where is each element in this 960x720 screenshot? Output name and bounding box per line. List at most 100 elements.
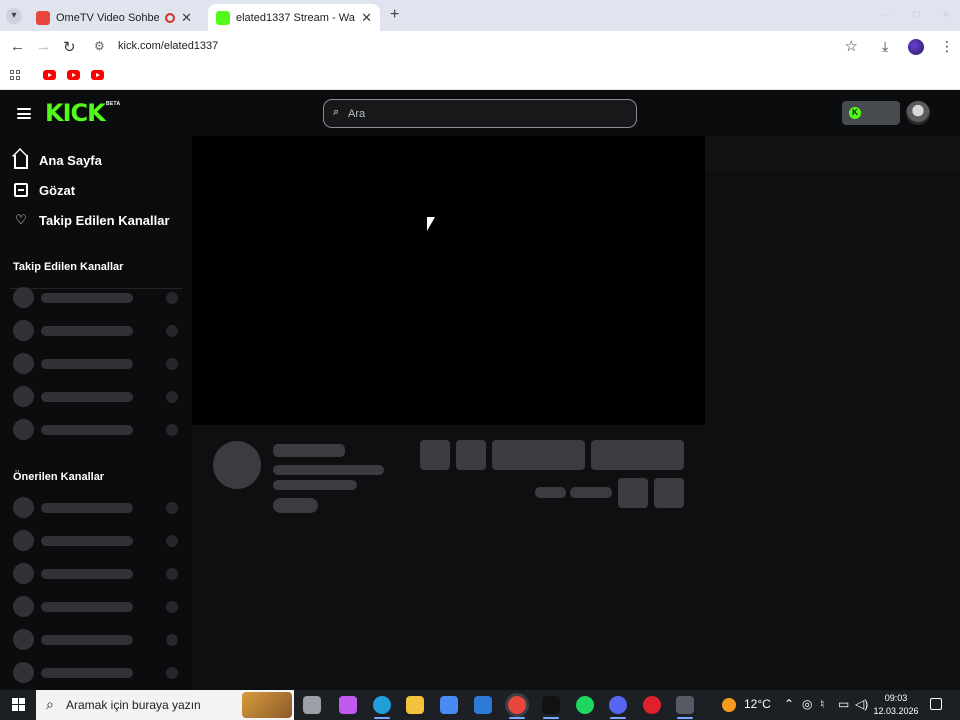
more-button-placeholder[interactable] [654,478,684,508]
camera-icon[interactable]: ◎ [802,697,812,711]
sidebar-item-home[interactable]: Ana Sayfa [14,150,102,170]
microphone-icon[interactable]: ♮ [820,697,824,711]
channel-name-placeholder [41,326,133,336]
search-input[interactable] [348,105,628,122]
follow-button-placeholder[interactable] [492,440,585,470]
action-button-placeholder[interactable] [456,440,486,470]
windows-taskbar: ⌕ Aramak için buraya yazın 12°C ⌃ ◎ ♮ ▭ … [0,690,960,720]
youtube-icon[interactable] [67,70,80,80]
chat-panel-header [705,136,960,170]
viewer-dot-placeholder [166,391,178,403]
address-bar[interactable]: ⚙ kick.com/elated1337 ☆ [88,34,868,59]
channel-row-placeholder[interactable] [13,386,180,408]
chrome-icon[interactable] [508,696,526,714]
channel-row-placeholder[interactable] [13,320,180,342]
recommended-channels-title: Önerilen Kanallar [13,471,105,483]
forward-button[interactable]: → [36,38,51,55]
address-url[interactable]: kick.com/elated1337 [118,40,218,52]
network-icon[interactable]: ▭ [838,697,849,711]
file-explorer-icon[interactable] [406,696,424,714]
maximize-icon[interactable]: ▢ [912,9,921,20]
close-tab-icon[interactable]: ✕ [361,10,372,26]
browse-icon [14,183,28,197]
channel-row-placeholder[interactable] [13,629,180,651]
sidebar-item-browse[interactable]: Gözat [14,180,75,200]
edge-icon[interactable] [373,696,391,714]
store-icon[interactable] [440,696,458,714]
recording-icon [165,12,176,23]
mail-icon[interactable] [474,696,492,714]
channel-name-placeholder [41,293,133,303]
apps-grid-icon[interactable] [10,70,20,80]
search-highlight-image[interactable] [242,692,292,718]
menu-toggle-icon[interactable] [17,108,31,119]
channel-avatar-placeholder [13,386,34,407]
weather-temp[interactable]: 12°C [744,697,771,711]
viewer-dot-placeholder [166,325,178,337]
kick-favicon [216,10,230,25]
clock-app-icon[interactable] [676,696,694,714]
channel-row-placeholder[interactable] [13,662,180,684]
reload-button[interactable]: ↻ [63,38,76,56]
site-info-icon[interactable]: ⚙ [94,39,105,53]
tab-ometv[interactable]: OmeTV Video Sohbeti — Cl ✕ [28,4,200,31]
channel-avatar-placeholder [13,596,34,617]
channel-row-placeholder[interactable] [13,563,180,585]
show-hidden-icons-icon[interactable]: ⌃ [784,697,794,711]
sidebar-item-following[interactable]: ♡ Takip Edilen Kanallar [14,210,169,230]
tab-kick[interactable]: elated1337 Stream - Watch Live ✕ [208,4,380,31]
channel-row-placeholder[interactable] [13,287,180,309]
weather-icon[interactable] [722,698,736,712]
tiktok-icon[interactable] [542,696,560,714]
tab-search-button[interactable]: ▾ [6,8,22,24]
task-view-icon[interactable] [303,696,321,714]
taskbar-search-text[interactable]: Aramak için buraya yazın [66,698,201,712]
channel-row-placeholder[interactable] [13,353,180,375]
viewer-dot-placeholder [166,292,178,304]
youtube-icon[interactable] [91,70,104,80]
spotify-icon[interactable] [576,696,594,714]
running-indicator [610,717,626,719]
video-player[interactable] [192,136,705,425]
action-button-placeholder[interactable] [420,440,450,470]
subscribe-button-placeholder[interactable] [591,440,684,470]
channel-row-placeholder[interactable] [13,596,180,618]
kick-logo[interactable]: KICK [45,99,106,127]
user-avatar[interactable] [906,101,930,125]
running-indicator [543,717,559,719]
close-window-icon[interactable]: ✕ [942,9,950,20]
volume-icon[interactable]: ◁) [855,697,868,711]
channel-name-placeholder [41,392,133,402]
channel-row-placeholder[interactable] [13,419,180,441]
beta-badge: BETA [106,101,121,107]
viewer-dot-placeholder [166,424,178,436]
system-clock[interactable]: 09:03 12.03.2026 [872,692,920,718]
kick-coin-icon: K [849,107,861,119]
channel-row-placeholder[interactable] [13,497,180,519]
taskbar-search[interactable]: ⌕ Aramak için buraya yazın [36,690,294,720]
notifications-icon[interactable] [930,698,942,710]
minimize-icon[interactable]: — [881,9,890,20]
channel-avatar-placeholder [13,497,34,518]
channel-name-placeholder [41,503,133,513]
opera-icon[interactable] [643,696,661,714]
discord-icon[interactable] [609,696,627,714]
viewer-dot-placeholder [166,358,178,370]
copilot-icon[interactable] [339,696,357,714]
kick-wallet-button[interactable]: K [842,101,900,125]
channel-row-placeholder[interactable] [13,530,180,552]
download-icon[interactable]: ⤓ [882,38,888,55]
tab-title: OmeTV Video Sohbeti — Cl [56,11,160,24]
bookmark-star-icon[interactable]: ☆ [845,37,858,55]
close-tab-icon[interactable]: ✕ [181,10,192,26]
browser-menu-icon[interactable]: ⋮ [940,38,954,55]
back-button[interactable]: ← [10,38,25,55]
tab-title: elated1337 Stream - Watch Live [236,11,355,24]
youtube-icon[interactable] [43,70,56,80]
search-box[interactable]: ⌕ [323,99,637,128]
share-button-placeholder[interactable] [618,478,648,508]
new-tab-button[interactable]: + [390,6,399,24]
profile-avatar[interactable] [908,39,924,55]
tag-placeholder [273,498,318,513]
start-button[interactable] [12,698,25,711]
